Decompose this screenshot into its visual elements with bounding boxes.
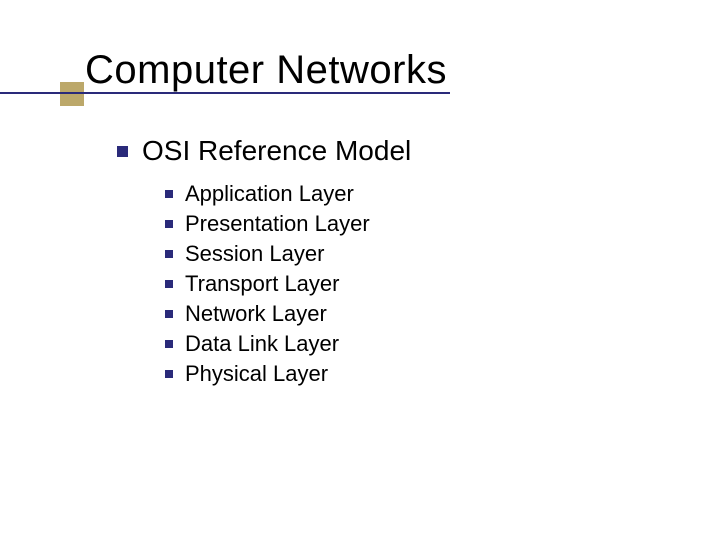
layer-label: Session Layer <box>185 241 324 267</box>
square-bullet-icon <box>117 146 128 157</box>
layer-label: Network Layer <box>185 301 327 327</box>
layer-label: Application Layer <box>185 181 354 207</box>
layer-label: Data Link Layer <box>185 331 339 357</box>
list-item: Network Layer <box>165 301 411 327</box>
layer-label: Physical Layer <box>185 361 328 387</box>
level2-list: Application Layer Presentation Layer Ses… <box>165 181 411 387</box>
square-bullet-icon <box>165 340 173 348</box>
square-bullet-icon <box>165 220 173 228</box>
square-bullet-icon <box>165 310 173 318</box>
square-bullet-icon <box>165 250 173 258</box>
square-bullet-icon <box>165 190 173 198</box>
list-item: Transport Layer <box>165 271 411 297</box>
list-item: Data Link Layer <box>165 331 411 357</box>
slide-title: Computer Networks <box>85 48 447 93</box>
title-accent-square <box>60 82 84 106</box>
square-bullet-icon <box>165 280 173 288</box>
layer-label: Presentation Layer <box>185 211 370 237</box>
layer-label: Transport Layer <box>185 271 339 297</box>
list-item: Presentation Layer <box>165 211 411 237</box>
list-item: Application Layer <box>165 181 411 207</box>
list-item: Session Layer <box>165 241 411 267</box>
level1-text: OSI Reference Model <box>142 135 411 167</box>
level1-item: OSI Reference Model <box>117 135 411 167</box>
list-item: Physical Layer <box>165 361 411 387</box>
square-bullet-icon <box>165 370 173 378</box>
content-block: OSI Reference Model Application Layer Pr… <box>117 135 411 391</box>
title-container: Computer Networks <box>85 48 447 93</box>
